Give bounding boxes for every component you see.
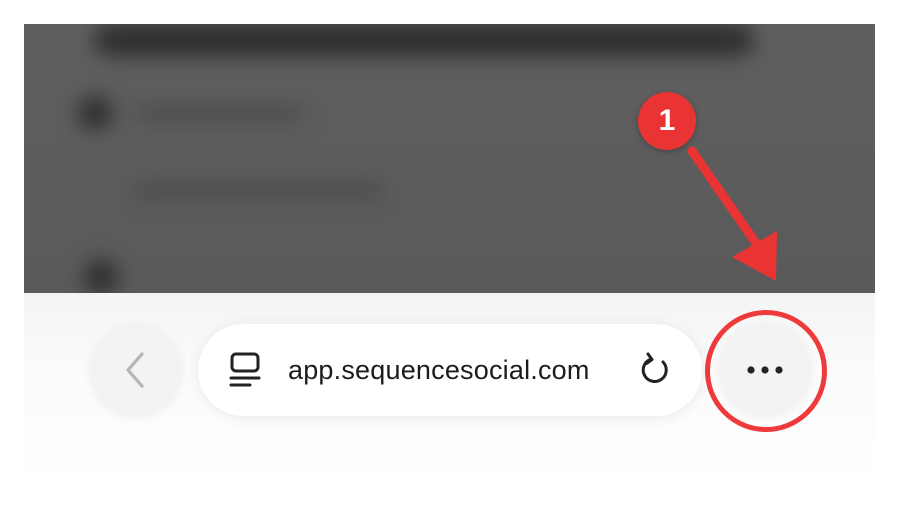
more-dots-icon [747,366,783,374]
blurred-line [134,106,304,120]
blurred-avatar [84,260,118,293]
reload-icon[interactable] [636,352,672,388]
address-bar[interactable]: app.sequencesocial.com [198,324,702,416]
blurred-line [134,184,384,198]
blurred-page-content [24,24,875,293]
more-options-button[interactable] [719,324,811,416]
blurred-block [94,24,754,56]
url-text: app.sequencesocial.com [288,355,590,385]
step-number-badge: 1 [638,92,696,150]
screenshot-frame: app.sequencesocial.com 1 [24,24,875,486]
chevron-left-icon [126,352,144,388]
back-button[interactable] [90,324,182,416]
blurred-avatar [78,96,112,130]
tabs-list-icon [229,352,261,387]
